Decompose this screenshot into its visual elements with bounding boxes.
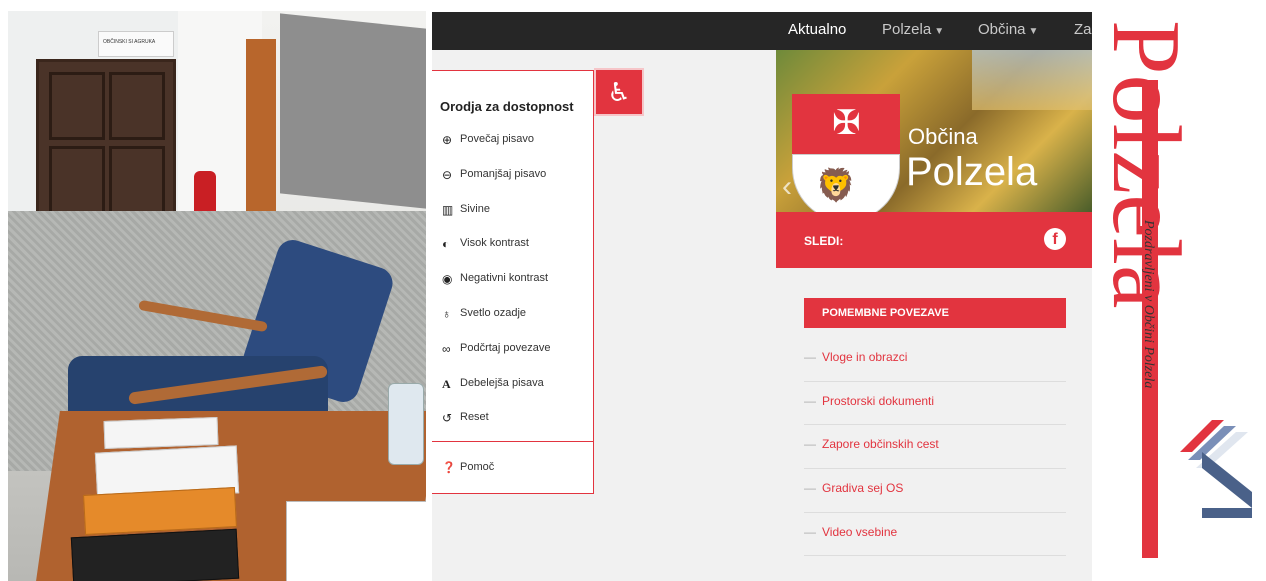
top-navigation: Aktualno Polzela ▼ Občina ▼ Za (432, 12, 1092, 50)
office-sign: OBČINSKI SI AGRUKA (98, 31, 174, 57)
a11y-light-background[interactable]: ♁ Svetlo ozadje (442, 307, 551, 342)
a11y-negative-contrast[interactable]: ◉ Negativni kontrast (442, 272, 551, 307)
caret-down-icon: ▼ (934, 26, 945, 37)
caret-down-icon: ▼ (1028, 26, 1039, 37)
a11y-high-contrast[interactable]: ◐ Visok kontrast (442, 237, 551, 272)
grayscale-icon: ▥ (442, 202, 454, 217)
font-icon: A (442, 376, 451, 391)
nav-item-aktualno[interactable]: Aktualno (788, 21, 846, 38)
door-pane (109, 72, 165, 140)
link-label: Vloge in obrazci (822, 350, 908, 364)
a11y-item-label: Reset (460, 411, 489, 424)
question-icon: ❓ (442, 462, 456, 474)
polzela-logo: Polzela Pozdravljeni v Občini Polzela (1092, 20, 1266, 565)
nav-item-label: Za (1074, 21, 1092, 38)
board (280, 13, 426, 209)
lightbulb-icon: ♁ (442, 306, 451, 321)
logo-slogan: Pozdravljeni v Občini Polzela (1141, 220, 1156, 389)
list-item[interactable]: — Zapore občinskih cest (804, 425, 1066, 470)
a11y-item-label: Povečaj pisavo (460, 133, 534, 145)
hero-banner: ‹ ✠ 🦁 Občina Polzela (776, 50, 1092, 222)
list-item[interactable]: — Video vsebine (804, 513, 1066, 557)
door-pane (49, 72, 105, 140)
wheelchair-icon: ♿ (607, 76, 631, 107)
dash-icon: — (804, 350, 816, 364)
divider (432, 441, 593, 442)
accessibility-toggle-button[interactable]: ♿ (594, 68, 644, 116)
eye-icon: ◉ (442, 272, 453, 287)
a11y-grayscale[interactable]: ▥ Sivine (442, 203, 551, 238)
door-pane (49, 146, 105, 214)
door-pane (109, 146, 165, 214)
important-links-title: POMEMBNE POVEZAVE (822, 307, 949, 319)
nav-item-label: Občina (978, 21, 1026, 38)
office-sign-text: OBČINSKI SI AGRUKA (103, 39, 156, 45)
reception-photo: OBČINSKI SI AGRUKA (8, 11, 426, 581)
lion-icon: 🦁 (816, 167, 856, 203)
accessibility-list: ⊕ Povečaj pisavo ⊖ Pomanjšaj pisavo ▥ Sivin… (442, 133, 551, 446)
nav-item-obcina[interactable]: Občina ▼ (978, 21, 1038, 38)
follow-label: SLEDI: (804, 234, 844, 248)
nav-item-za[interactable]: Za (1074, 21, 1092, 38)
dash-icon: — (804, 437, 816, 452)
facebook-icon[interactable]: f (1044, 228, 1066, 250)
a11y-item-label: Negativni kontrast (460, 272, 549, 285)
important-links-list: — Vloge in obrazci — Prostorski dokumenti … (804, 338, 1066, 557)
a11y-item-label: Debelejša pisava (460, 376, 544, 389)
coat-of-arms-logo: ✠ 🦁 (792, 94, 900, 224)
link-icon: ∞ (442, 341, 451, 356)
link-label: Gradiva sej OS (822, 481, 904, 496)
list-item[interactable]: — Prostorski dokumenti (804, 382, 1066, 426)
a11y-help-label: Pomoč (460, 461, 495, 473)
reset-icon: ↺ (442, 411, 453, 426)
link-label: Prostorski dokumenti (822, 393, 935, 408)
link-label: Zapore občinskih cest (822, 437, 939, 452)
zoom-out-icon: ⊖ (442, 167, 453, 182)
logo-n-mark-icon (1180, 420, 1252, 518)
paper-sheet (286, 501, 426, 581)
leaflet (103, 417, 219, 449)
chevron-left-icon[interactable]: ‹ (782, 170, 792, 204)
a11y-item-label: Podčrtaj povezave (460, 341, 551, 354)
contrast-icon: ◐ (442, 237, 450, 252)
dash-icon: — (804, 524, 816, 539)
hero-municipality: Občina (908, 124, 978, 149)
a11y-bold-font[interactable]: A Debelejša pisava (442, 377, 551, 412)
wooden-door (36, 59, 176, 221)
a11y-item-label: Visok kontrast (460, 237, 529, 250)
leaflet (70, 528, 240, 581)
list-item[interactable]: — Gradiva sej OS (804, 469, 1066, 513)
a11y-item-label: Svetlo ozadje (460, 306, 527, 319)
hero-name: Polzela (906, 150, 1038, 194)
maltese-cross-icon: ✠ (832, 104, 861, 142)
zoom-in-icon: ⊕ (442, 133, 453, 147)
link-label: Video vsebine (822, 524, 898, 539)
a11y-help[interactable]: ❓ Pomoč (442, 461, 494, 474)
hero-sky (972, 50, 1092, 110)
nav-item-label: Aktualno (788, 21, 847, 38)
nav-item-polzela[interactable]: Polzela ▼ (882, 21, 944, 38)
nav-item-label: Polzela (882, 21, 932, 38)
a11y-underline-links[interactable]: ∞ Podčrtaj povezave (442, 342, 551, 377)
important-links-header: POMEMBNE POVEZAVE (804, 298, 1066, 328)
accessibility-panel: Orodja za dostopnost ⊕ Povečaj pisavo ⊖ Po… (432, 70, 594, 494)
dash-icon: — (804, 393, 816, 408)
leaflet (83, 487, 237, 535)
sanitizer-bottle (388, 383, 424, 465)
accessibility-title: Orodja za dostopnost (440, 99, 574, 114)
a11y-decrease-font[interactable]: ⊖ Pomanjšaj pisavo (442, 168, 551, 203)
dash-icon: — (804, 481, 816, 496)
a11y-item-label: Sivine (460, 202, 490, 215)
a11y-increase-font[interactable]: ⊕ Povečaj pisavo (442, 133, 551, 168)
list-item[interactable]: — Vloge in obrazci (804, 338, 1066, 382)
website-screenshot: Aktualno Polzela ▼ Občina ▼ Za Orodja za d… (432, 12, 1092, 581)
follow-bar: SLEDI: f (776, 212, 1092, 268)
a11y-item-label: Pomanjšaj pisavo (460, 167, 547, 180)
